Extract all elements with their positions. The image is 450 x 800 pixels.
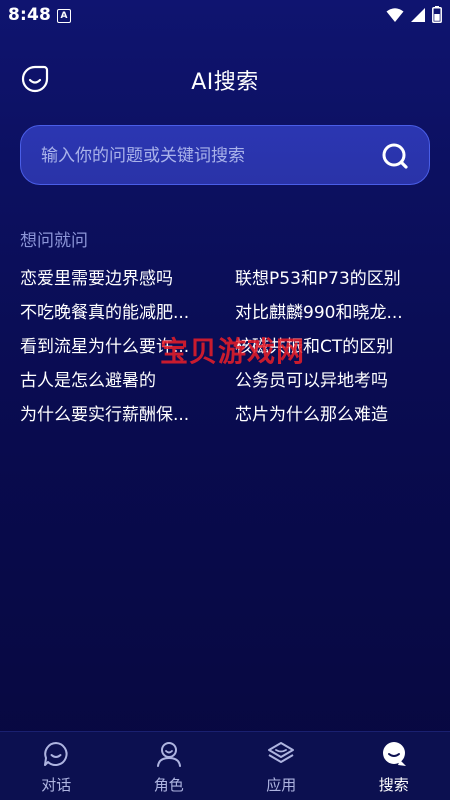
person-icon <box>156 742 181 767</box>
signal-icon <box>411 7 425 22</box>
tab-label: 角色 <box>153 776 184 794</box>
tab-role[interactable]: 角色 <box>113 732 226 800</box>
suggestion-item[interactable]: 古人是怎么避暑的 <box>20 368 220 394</box>
suggestion-item[interactable]: 不吃晚餐真的能减肥... <box>20 300 220 326</box>
layers-icon <box>268 742 295 763</box>
wifi-icon <box>386 7 404 22</box>
suggestion-item[interactable]: 联想P53和P73的区别 <box>235 266 435 292</box>
tab-label: 对话 <box>41 776 72 794</box>
suggestion-item[interactable]: 为什么要实行薪酬保... <box>20 402 220 428</box>
suggestion-item[interactable]: 恋爱里需要边界感吗 <box>20 266 220 292</box>
suggestions-title: 想问就问 <box>20 231 88 251</box>
status-time: 8:48 <box>8 5 52 25</box>
chat-icon <box>44 742 68 766</box>
status-bar: 8:48 A <box>0 0 450 32</box>
suggestion-item[interactable]: 芯片为什么那么难造 <box>235 402 435 428</box>
search-tab-icon <box>382 742 406 766</box>
search-icon[interactable] <box>381 142 409 170</box>
tab-label: 搜索 <box>378 776 409 794</box>
tab-label: 应用 <box>266 776 297 794</box>
suggestion-item[interactable]: 对比麒麟990和晓龙... <box>235 300 435 326</box>
search-input[interactable] <box>39 140 373 172</box>
status-icons <box>386 6 442 23</box>
notification-icon: A <box>57 9 71 23</box>
battery-icon <box>432 6 442 23</box>
page-title: AI搜索 <box>191 70 259 95</box>
tab-chat[interactable]: 对话 <box>0 732 113 800</box>
app-header: AI搜索 <box>0 50 450 106</box>
search-box[interactable] <box>20 125 430 185</box>
tab-search[interactable]: 搜索 <box>338 732 450 800</box>
bottom-tab-bar: 对话 角色 应用 搜索 <box>0 731 450 800</box>
tab-apps[interactable]: 应用 <box>225 732 338 800</box>
suggestion-item[interactable]: 核磁共振和CT的区别 <box>235 334 435 360</box>
suggestion-item[interactable]: 公务员可以异地考吗 <box>235 368 435 394</box>
suggestion-item[interactable]: 看到流星为什么要许... <box>20 334 220 360</box>
